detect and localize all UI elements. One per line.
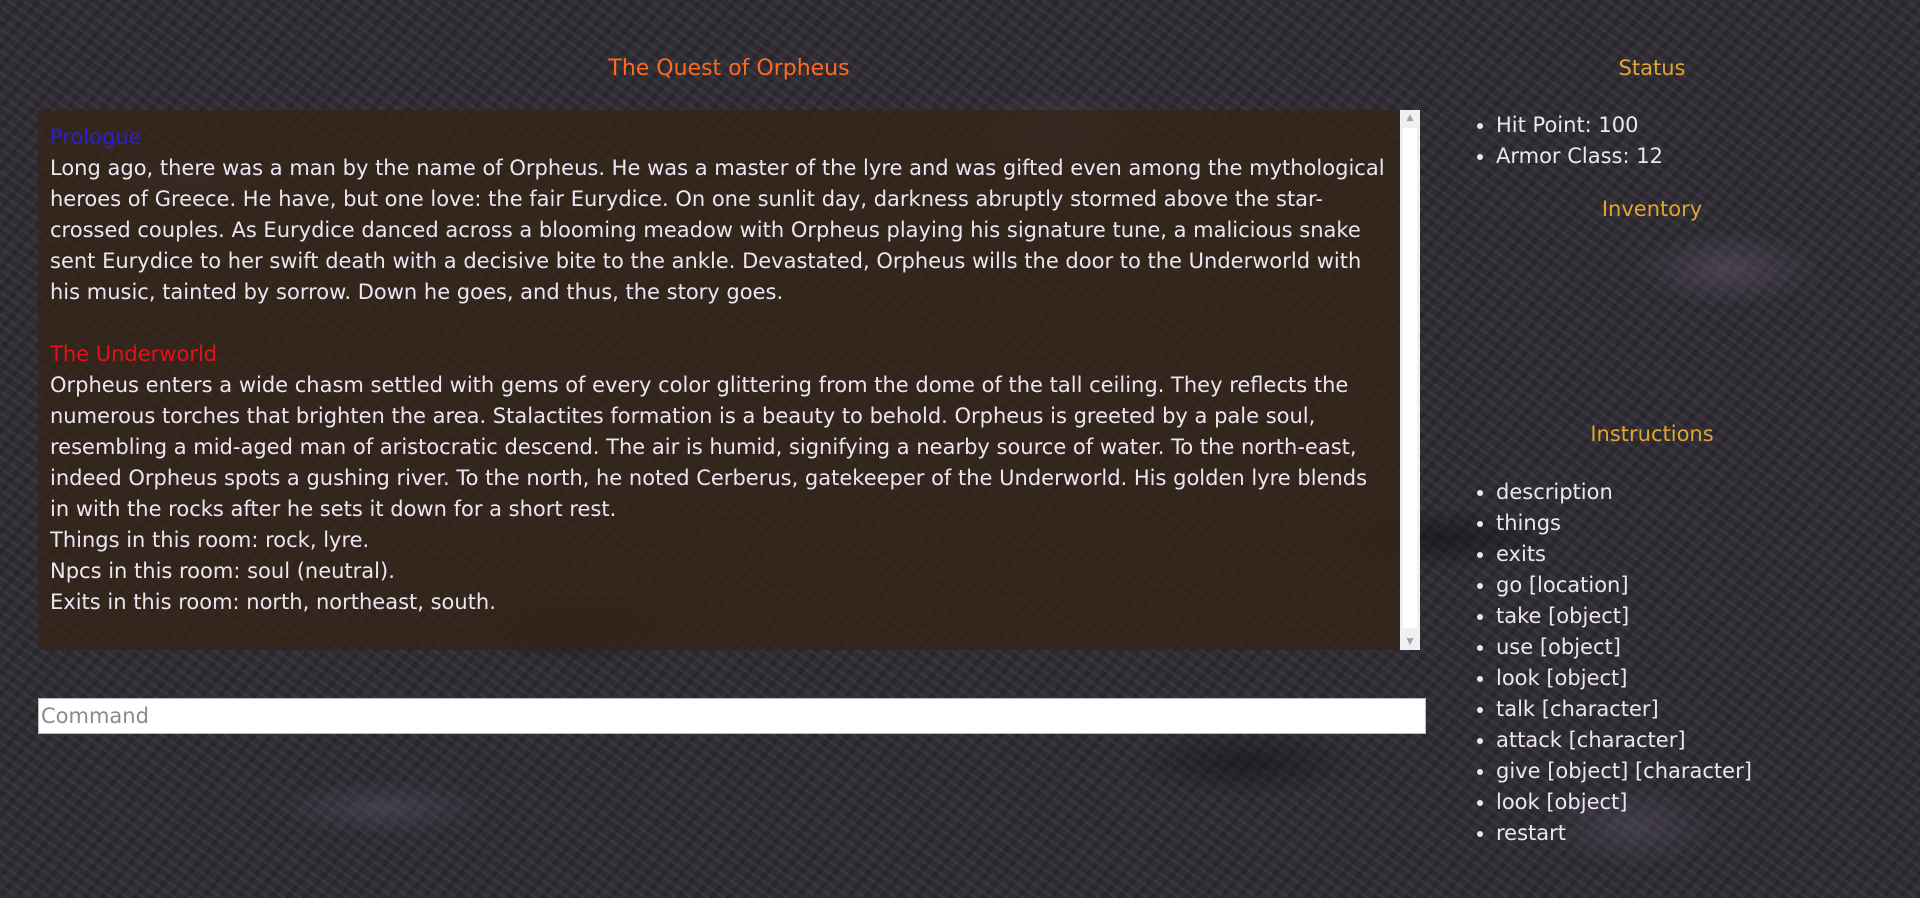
instruction-item: look [object] — [1496, 663, 1752, 694]
room-things: Things in this room: rock, lyre. — [50, 528, 370, 552]
instruction-item: look [object] — [1496, 787, 1752, 818]
room-exits: Exits in this room: north, northeast, so… — [50, 590, 496, 614]
instruction-item: take [object] — [1496, 601, 1752, 632]
instruction-item: talk [character] — [1496, 694, 1752, 725]
story-content: Prologue Long ago, there was a man by th… — [50, 122, 1390, 640]
instruction-item: restart — [1496, 818, 1752, 849]
status-heading: Status — [1618, 56, 1686, 80]
room-npcs: Npcs in this room: soul (neutral). — [50, 559, 395, 583]
scroll-down-arrow-icon[interactable]: ▼ — [1400, 634, 1420, 650]
game-title: The Quest of Orpheus — [608, 56, 850, 81]
instruction-item: things — [1496, 508, 1752, 539]
status-hit-points: Hit Point: 100 — [1496, 110, 1663, 141]
command-input[interactable] — [38, 698, 1426, 734]
room-heading: The Underworld — [50, 342, 218, 366]
instruction-item: description — [1496, 477, 1752, 508]
prologue-heading: Prologue — [50, 125, 142, 149]
status-armor-class: Armor Class: 12 — [1496, 141, 1663, 172]
scrollbar-thumb[interactable] — [1403, 128, 1417, 628]
instructions-list: description things exits go [location] t… — [1452, 477, 1752, 849]
instruction-item: give [object] [character] — [1496, 756, 1752, 787]
story-scrollbar[interactable]: ▲ ▼ — [1400, 110, 1420, 650]
instruction-item: go [location] — [1496, 570, 1752, 601]
instruction-item: exits — [1496, 539, 1752, 570]
room-description: Orpheus enters a wide chasm settled with… — [50, 373, 1368, 521]
prologue-text: Long ago, there was a man by the name of… — [50, 156, 1385, 304]
status-list: Hit Point: 100 Armor Class: 12 — [1452, 110, 1663, 172]
scroll-up-arrow-icon[interactable]: ▲ — [1400, 110, 1420, 126]
instructions-heading: Instructions — [1590, 422, 1714, 446]
instruction-item: use [object] — [1496, 632, 1752, 663]
inventory-heading: Inventory — [1601, 197, 1703, 221]
instruction-item: attack [character] — [1496, 725, 1752, 756]
story-panel[interactable]: Prologue Long ago, there was a man by th… — [38, 110, 1420, 650]
